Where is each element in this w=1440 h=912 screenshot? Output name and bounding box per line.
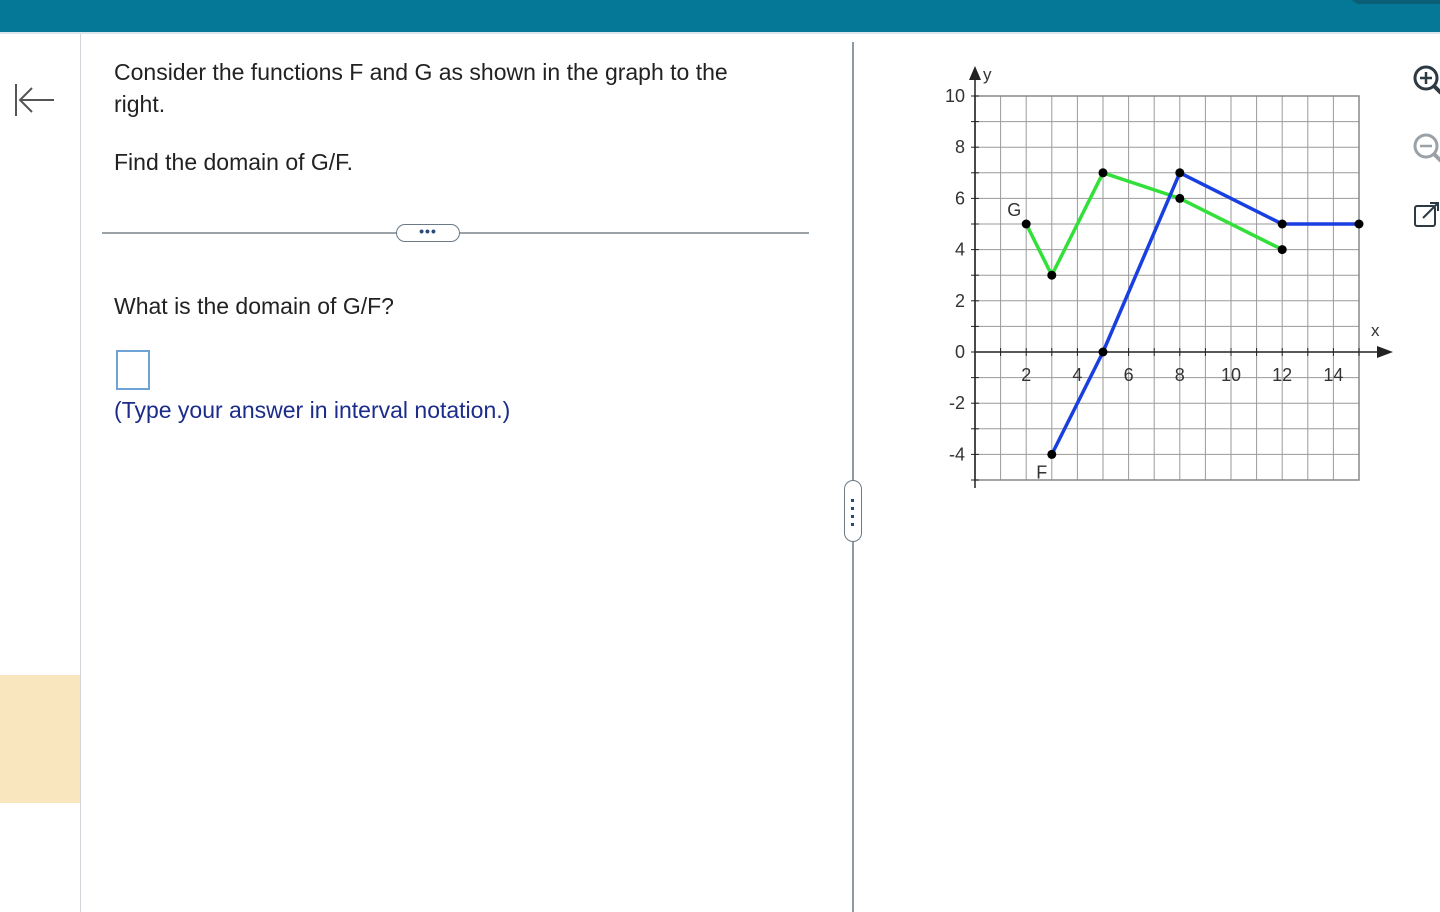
function-graph: 2 4 6 8 10 12 14 -4 -2 0 2 4 6 8 10 x y G F [945,65,1393,488]
series-label-G: G [1007,200,1021,220]
x-axis-arrow [1377,346,1393,358]
question-line-1: Consider the functions F and G as shown … [114,59,728,117]
popout-button[interactable] [1408,196,1440,236]
x-tick-label: 4 [1072,365,1082,385]
y-axis-label: y [983,65,992,84]
data-point-F [1354,219,1364,229]
zoom-out-icon [1413,133,1440,163]
zoom-out-button[interactable] [1408,128,1440,168]
popout-icon [1414,202,1439,227]
rail-highlight [0,675,80,803]
top-bar-divider [0,32,1440,34]
handle-dot [851,499,854,502]
y-axis-arrow [969,66,981,80]
answer-input[interactable] [116,350,150,390]
data-point-F [1047,449,1057,459]
handle-dot [851,507,854,510]
handle-dot [851,523,854,526]
y-tick-label: -2 [949,393,965,413]
zoom-in-icon [1413,65,1440,95]
data-point-G [1047,270,1057,280]
y-tick-label: 8 [955,137,965,157]
answer-hint: (Type your answer in interval notation.) [114,397,511,423]
top-bar [0,0,1440,32]
answer-prompt: What is the domain of G/F? [114,293,394,319]
splitter-handle[interactable] [844,480,862,542]
top-bar-tab [1350,0,1440,4]
zoom-in-button[interactable] [1408,60,1440,100]
collapse-left-button[interactable] [12,82,60,118]
pane-splitter [852,42,854,912]
question-text: Consider the functions F and G as shown … [114,56,794,178]
data-point-F [1175,168,1185,178]
graph-tools [1404,56,1440,256]
y-tick-label: 2 [955,291,965,311]
y-tick-label: 6 [955,188,965,208]
x-tick-label: 12 [1272,365,1292,385]
grid-border [974,95,1360,481]
collapse-left-icon [15,84,54,116]
y-tick-label: -4 [949,444,965,464]
question-line-2: Find the domain of G/F. [114,149,354,175]
x-tick-label: 14 [1323,365,1343,385]
data-point-G [1021,219,1031,229]
x-tick-label: 10 [1221,365,1241,385]
x-tick-label: 8 [1175,365,1185,385]
data-point-G [1175,193,1185,203]
y-tick-label: 0 [955,342,965,362]
data-point-F [1098,347,1108,357]
data-point-F [1277,219,1287,229]
y-tick-label: 10 [945,86,965,106]
series-label-F: F [1036,462,1047,482]
x-axis-label: x [1371,321,1380,340]
data-point-G [1098,168,1108,178]
handle-dot [851,515,854,518]
x-tick-label: 2 [1021,365,1031,385]
y-tick-label: 4 [955,240,965,260]
data-point-G [1277,245,1287,255]
expand-button[interactable]: ••• [396,224,460,242]
x-tick-label: 6 [1124,365,1134,385]
